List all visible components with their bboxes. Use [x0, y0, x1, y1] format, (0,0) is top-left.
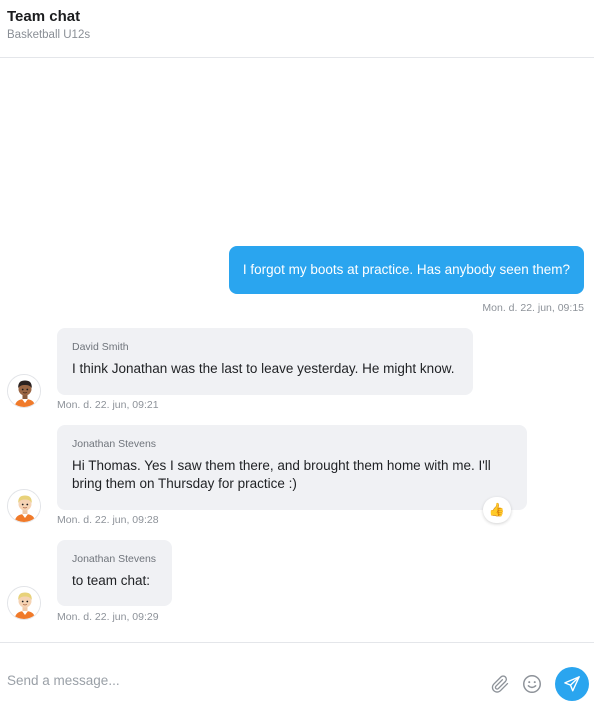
message-text-line: Hi Thomas. Yes I saw them there, and bro…	[72, 458, 491, 473]
message-sender: David Smith	[72, 341, 129, 353]
message-timestamp: Mon. d. 22. jun, 09:15	[482, 302, 584, 314]
message-text: I think Jonathan was the last to leave y…	[72, 361, 455, 376]
send-button[interactable]	[555, 667, 589, 701]
send-icon	[564, 676, 580, 692]
paperclip-icon	[491, 675, 509, 693]
incoming-message-bubble[interactable]: Jonathan Stevens to team chat:	[57, 540, 172, 606]
incoming-message-bubble[interactable]: Jonathan Stevens Hi Thomas. Yes I saw th…	[57, 425, 527, 510]
message-sender: Jonathan Stevens	[72, 438, 157, 450]
avatar[interactable]	[7, 586, 41, 620]
avatar[interactable]	[7, 489, 41, 523]
emoji-button[interactable]	[519, 671, 545, 697]
message-text: to team chat:	[72, 573, 151, 588]
message-text-line: bring them on Thursday for practice :)	[72, 476, 297, 491]
message-text: Hi Thomas. Yes I saw them there, and bro…	[72, 457, 512, 493]
chat-header: Team chat Basketball U12s	[0, 0, 594, 58]
avatar[interactable]	[7, 374, 41, 408]
chat-title: Team chat	[7, 8, 81, 25]
message-timestamp: Mon. d. 22. jun, 09:21	[57, 399, 159, 411]
outgoing-message-bubble[interactable]: I forgot my boots at practice. Has anybo…	[228, 246, 584, 294]
chat-subtitle: Basketball U12s	[7, 29, 91, 41]
avatar-blond-hair-icon	[8, 490, 40, 522]
avatar-blond-hair-icon	[8, 587, 40, 619]
attach-button[interactable]	[487, 671, 513, 697]
message-composer	[0, 642, 594, 708]
thumbs-up-reaction-icon[interactable]: 👍	[483, 497, 511, 523]
message-text: I forgot my boots at practice. Has anybo…	[242, 262, 570, 277]
message-timestamp: Mon. d. 22. jun, 09:28	[57, 514, 159, 526]
smiley-icon	[523, 675, 541, 693]
message-sender: Jonathan Stevens	[72, 553, 157, 565]
message-input[interactable]	[7, 673, 447, 688]
message-timestamp: Mon. d. 22. jun, 09:29	[57, 611, 159, 623]
avatar-dark-hair-icon	[8, 375, 40, 407]
incoming-message-bubble[interactable]: David Smith I think Jonathan was the las…	[57, 328, 473, 395]
